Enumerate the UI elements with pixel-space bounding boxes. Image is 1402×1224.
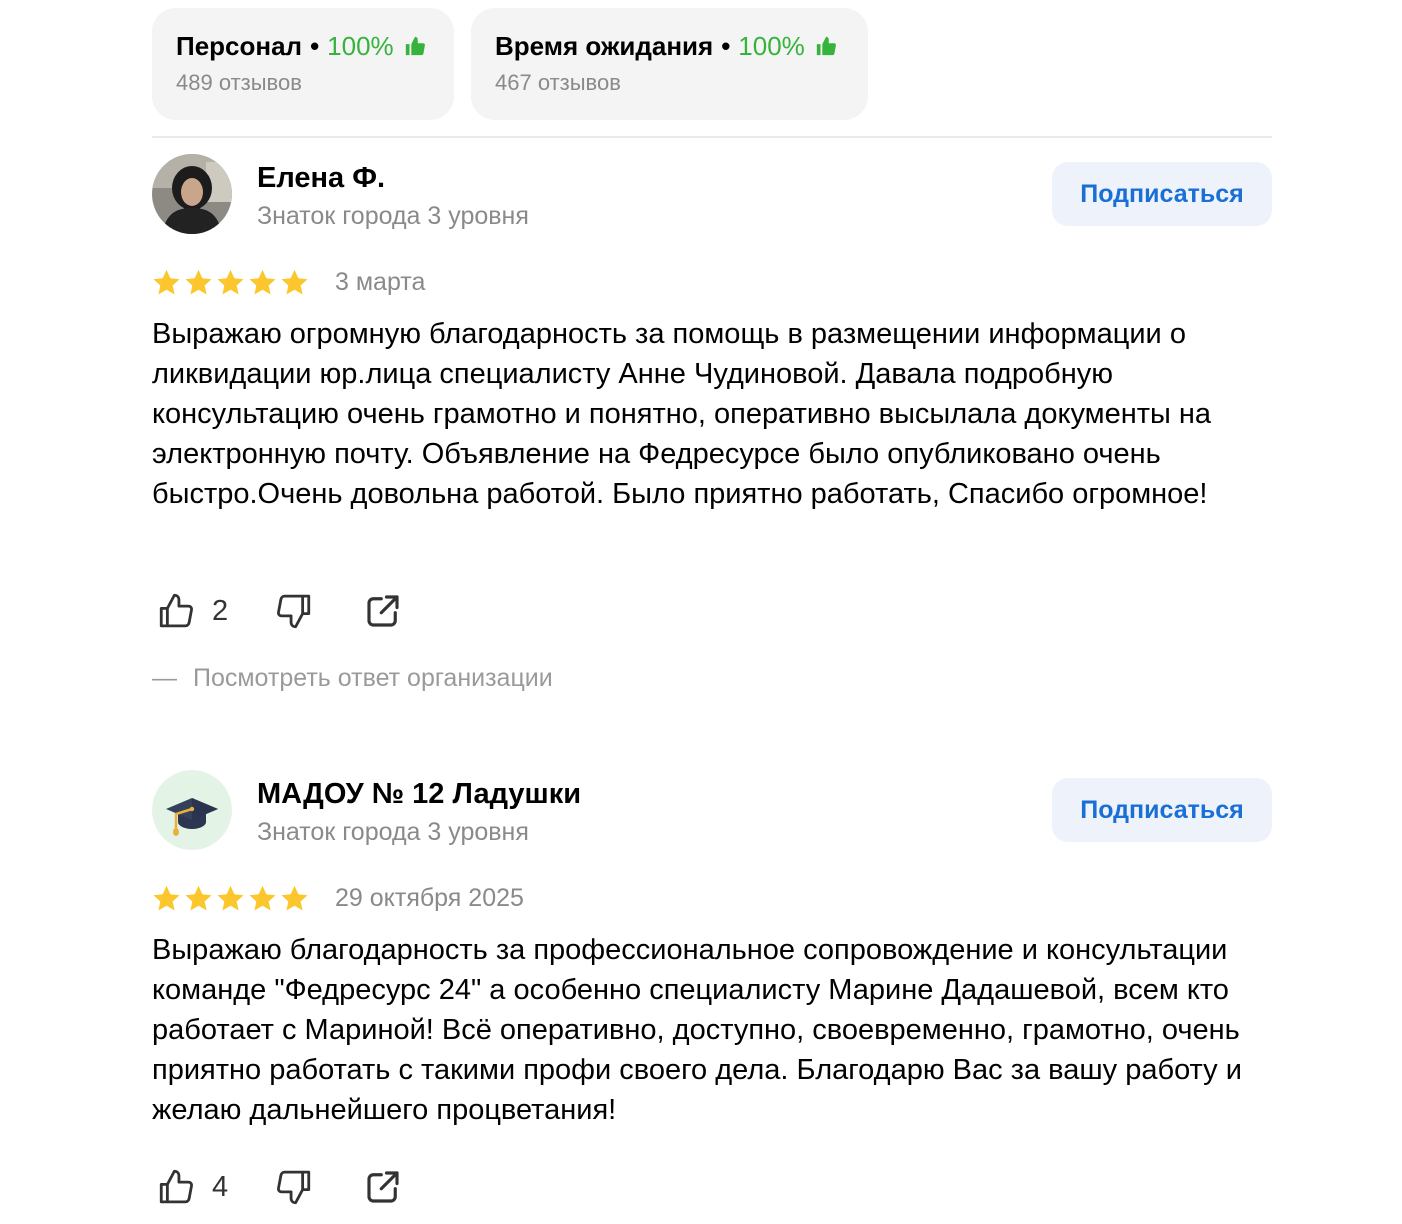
thumbs-down-icon [277,1170,311,1205]
graduation-cap-icon [152,770,232,850]
aspect-chip-title-row: Время ожидания • 100% [495,28,844,64]
aspect-chip-staff[interactable]: Персонал • 100% 489 отзывов [152,8,454,120]
review-actions: 4 [156,1164,404,1210]
aspect-percent: 100% [327,31,394,61]
rating-row: 3 марта [152,262,425,302]
aspect-title: Персонал [176,31,303,61]
org-reply-label: Посмотреть ответ организации [193,664,553,692]
dash: — [152,664,177,692]
thumbs-up-icon [405,36,425,56]
like-button[interactable]: 2 [156,590,252,632]
dislike-button[interactable] [272,1166,314,1208]
star-icon [281,269,308,294]
separator-dot: • [310,31,320,61]
star-icon [249,885,276,910]
star-rating [152,884,309,913]
star-icon [153,269,180,294]
dislike-button[interactable] [272,590,314,632]
subscribe-button[interactable]: Подписаться [1052,162,1272,226]
review-actions: 2 [156,588,404,634]
like-button[interactable]: 4 [156,1166,252,1208]
star-icon [217,269,244,294]
aspect-chip-title-row: Персонал • 100% [176,28,430,64]
aspect-percent: 100% [738,31,805,61]
star-icon [185,269,212,294]
author-level: Знаток города 3 уровня [257,818,529,846]
share-icon [367,1171,399,1203]
thumbs-down-icon [277,594,311,629]
share-icon [367,595,399,627]
aspect-review-count: 489 отзывов [176,70,302,95]
aspect-chip-wait-time[interactable]: Время ожидания • 100% 467 отзывов [471,8,868,120]
author-level: Знаток города 3 уровня [257,202,529,230]
avatar[interactable] [152,154,232,234]
star-icon [249,269,276,294]
author-name[interactable]: Елена Ф. [257,160,385,196]
share-button[interactable] [362,1166,404,1208]
separator-dot: • [721,31,731,61]
aspect-chips: Персонал • 100% 489 отзывов Время ожидан… [152,8,868,120]
thumbs-up-icon [159,1169,193,1204]
star-rating [152,268,309,297]
review-text: Выражаю благодарность за профессионально… [152,934,1242,1126]
aspect-review-count: 467 отзывов [495,70,621,95]
rating-row: 29 октября 2025 [152,878,524,918]
like-count: 4 [212,1170,229,1203]
review-date: 29 октября 2025 [335,883,524,912]
review-date: 3 марта [335,267,426,296]
like-count: 2 [212,594,229,627]
thumbs-up-icon [816,36,836,56]
subscribe-button[interactable]: Подписаться [1052,778,1272,842]
aspect-title: Время ожидания [495,31,714,61]
star-icon [185,885,212,910]
star-icon [153,885,180,910]
view-org-reply-link[interactable]: — Посмотреть ответ организации [152,664,553,693]
author-name[interactable]: МАДОУ № 12 Ладушки [257,776,581,812]
avatar[interactable] [152,770,232,850]
star-icon [217,885,244,910]
review-text: Выражаю огромную благодарность за помощь… [152,318,1212,510]
user-photo [152,154,232,234]
thumbs-up-icon [159,593,193,628]
star-icon [281,885,308,910]
divider [152,136,1272,138]
share-button[interactable] [362,590,404,632]
